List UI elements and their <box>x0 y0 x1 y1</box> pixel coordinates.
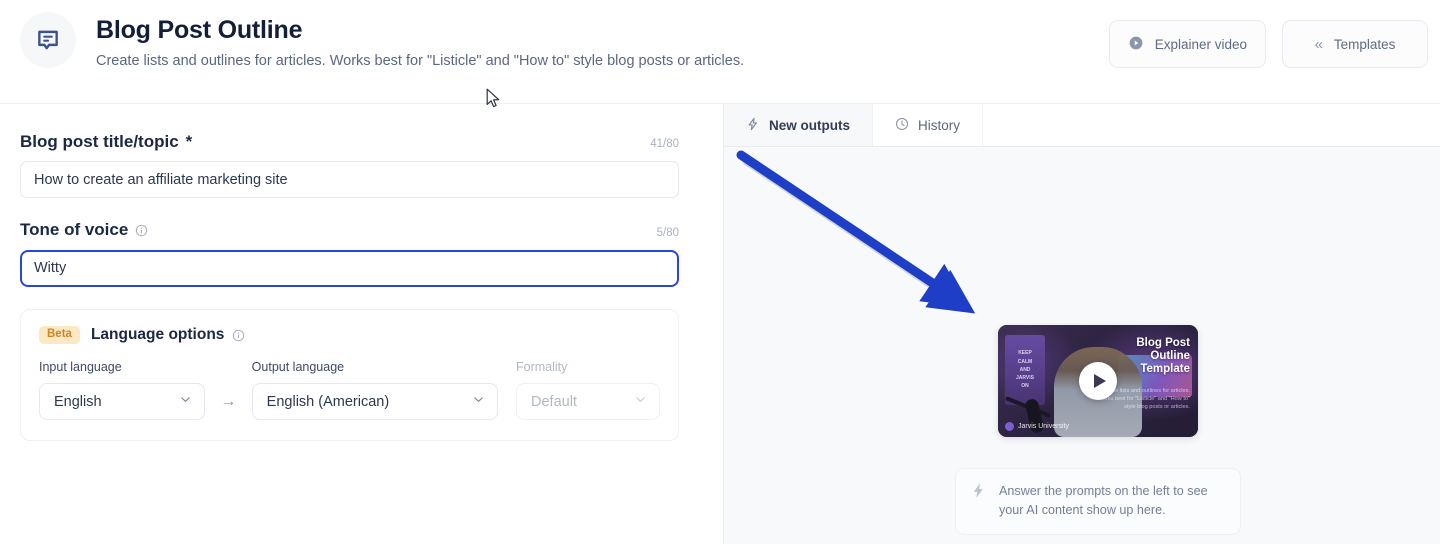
output-empty-state: KEEP CALM AND JARVIS ON Blog Post Outlin… <box>724 147 1440 544</box>
play-icon <box>1094 374 1106 388</box>
info-circle-icon[interactable] <box>232 329 245 342</box>
play-circle-icon <box>1128 35 1144 54</box>
tone-of-voice-input[interactable] <box>20 249 679 287</box>
clock-icon <box>895 117 909 134</box>
tab-new-outputs[interactable]: New outputs <box>724 104 873 146</box>
page-subtitle: Create lists and outlines for articles. … <box>96 53 745 69</box>
explainer-video-thumbnail[interactable]: KEEP CALM AND JARVIS ON Blog Post Outlin… <box>998 325 1198 437</box>
input-language-value: English <box>54 393 102 410</box>
poster-line-5: ON <box>1021 383 1029 390</box>
input-language-group: Input language English <box>39 360 205 421</box>
lightning-icon <box>746 117 760 134</box>
language-options-title-text: Language options <box>90 326 225 344</box>
language-options-title: Language options <box>91 326 245 344</box>
explainer-video-label: Explainer video <box>1154 36 1247 52</box>
formality-label: Formality <box>516 360 568 375</box>
video-title-line-2: Outline <box>1150 349 1190 362</box>
chevron-down-icon <box>472 393 485 410</box>
char-counter: 5/80 <box>656 226 679 239</box>
field-blog-post-title: Blog post title/topic * 41/80 <box>20 132 679 199</box>
poster-line-3: AND <box>1019 366 1031 373</box>
output-tabs: New outputs History <box>724 104 1440 147</box>
output-language-group: Output language English (American) <box>251 360 498 421</box>
video-title-line-1: Blog Post <box>1136 337 1190 349</box>
brand-dot-icon <box>1005 422 1014 431</box>
page-header: Blog Post Outline Create lists and outli… <box>0 0 1440 104</box>
output-language-select[interactable]: English (American) <box>251 383 498 421</box>
formality-value: Default <box>531 393 577 410</box>
language-options-header: Beta Language options <box>35 325 660 345</box>
empty-state-hint-text: Answer the prompts on the left to see yo… <box>999 482 1208 520</box>
language-direction-arrow: → <box>220 393 237 411</box>
input-language-label: Input language <box>39 360 122 375</box>
field-label-text: Blog post title/topic <box>20 132 179 151</box>
header-actions: Explainer video « Templates <box>1108 10 1428 68</box>
video-brand-watermark: Jarvis University <box>1005 422 1069 431</box>
chevron-down-icon <box>179 393 192 410</box>
tab-history-label: History <box>918 117 961 133</box>
poster-line-2: CALM <box>1017 358 1033 365</box>
video-brand-label: Jarvis University <box>1018 423 1069 430</box>
formality-group: Formality Default <box>516 360 660 421</box>
beta-badge: Beta <box>39 325 80 345</box>
page-title: Blog Post Outline <box>96 16 303 44</box>
poster-line-4: JARVIS <box>1016 375 1034 382</box>
blog-post-title-input[interactable] <box>20 161 679 199</box>
info-circle-icon[interactable] <box>135 224 148 237</box>
templates-label: Templates <box>1333 36 1396 52</box>
lightning-icon <box>970 482 987 504</box>
chevron-double-left-icon: « <box>1314 35 1323 53</box>
language-selectors-row: Input language English → Output language… <box>35 360 660 421</box>
tab-history[interactable]: History <box>873 104 984 146</box>
empty-state-hint: Answer the prompts on the left to see yo… <box>955 468 1241 535</box>
tab-new-outputs-label: New outputs <box>769 117 850 133</box>
templates-button[interactable]: « Templates <box>1282 20 1428 68</box>
chevron-down-icon <box>634 393 647 410</box>
video-poster-decor: KEEP CALM AND JARVIS ON <box>1005 335 1045 405</box>
field-label: Blog post title/topic * <box>20 132 192 152</box>
output-language-value: English (American) <box>266 393 390 410</box>
field-header: Tone of voice 5/80 <box>20 220 679 240</box>
prompt-form-panel: Blog post title/topic * 41/80 Tone of vo… <box>0 104 724 544</box>
formality-select: Default <box>516 383 660 421</box>
field-label: Tone of voice <box>20 220 148 240</box>
message-outline-icon <box>35 27 61 53</box>
language-options-card: Beta Language options Input language Eng… <box>20 308 679 442</box>
field-tone-of-voice: Tone of voice 5/80 <box>20 220 679 287</box>
char-counter: 41/80 <box>650 138 679 151</box>
template-icon-badge <box>20 12 76 68</box>
header-text-block: Blog Post Outline Create lists and outli… <box>96 10 1109 71</box>
input-language-select[interactable]: English <box>39 383 205 421</box>
hint-line-2: your AI content show up here. <box>999 502 1166 517</box>
field-header: Blog post title/topic * 41/80 <box>20 132 679 152</box>
output-panel: New outputs History KEEP CALM AND JARVIS… <box>724 104 1440 544</box>
play-button[interactable] <box>1079 362 1117 400</box>
body-split: Blog post title/topic * 41/80 Tone of vo… <box>0 104 1440 544</box>
poster-line-1: KEEP <box>1018 350 1032 357</box>
required-marker: * <box>185 132 193 151</box>
output-language-label: Output language <box>251 360 345 375</box>
app-root: Blog Post Outline Create lists and outli… <box>0 0 1440 544</box>
hint-line-1: Answer the prompts on the left to see <box>999 484 1208 498</box>
explainer-video-button[interactable]: Explainer video <box>1108 20 1266 68</box>
field-label-text: Tone of voice <box>20 220 129 240</box>
